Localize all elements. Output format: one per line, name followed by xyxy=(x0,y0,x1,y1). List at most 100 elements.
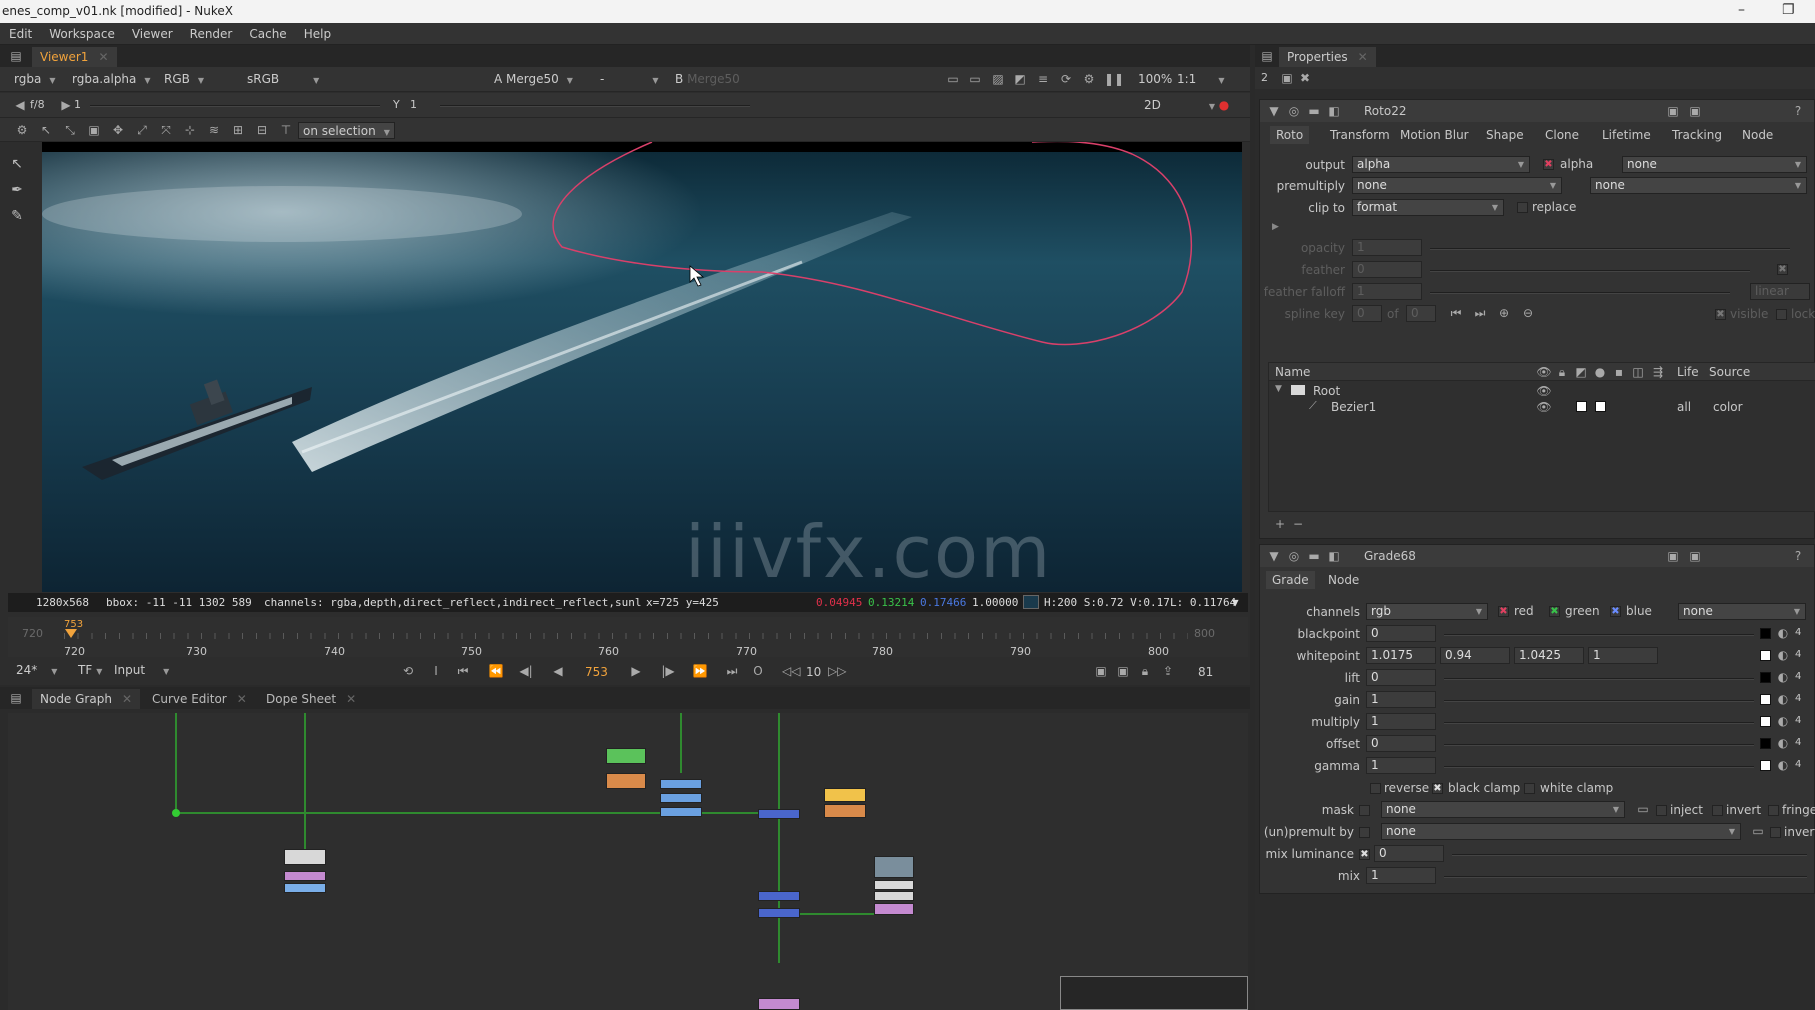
mask-link-icon[interactable]: ▭ xyxy=(1635,801,1651,817)
color-wheel-icon[interactable]: ◐ xyxy=(1775,691,1791,707)
feather-falloff-slider[interactable] xyxy=(1430,292,1730,294)
node-graph-canvas[interactable] xyxy=(8,713,1248,1010)
mix-slider[interactable] xyxy=(1444,876,1807,878)
prev-key-icon[interactable]: ⏮ xyxy=(1448,305,1464,321)
node-merge[interactable] xyxy=(758,809,800,819)
fps-dropdown[interactable]: 24* ▼ xyxy=(12,662,61,679)
menu-cache[interactable]: Cache xyxy=(240,23,294,41)
black-clamp-checkbox[interactable]: ✖ xyxy=(1432,783,1443,794)
falloff-type-dropdown[interactable]: linear xyxy=(1750,283,1810,300)
color-swatch[interactable] xyxy=(1760,672,1771,683)
menu-render[interactable]: Render xyxy=(181,23,241,41)
proxy-dropdown[interactable]: 1:1 ▼ xyxy=(1173,71,1228,88)
mix-luminance-slider[interactable] xyxy=(1452,854,1807,856)
tab-tracking[interactable]: Tracking xyxy=(1672,128,1722,142)
gain-slider[interactable] xyxy=(1444,700,1754,702)
close-icon[interactable]: ✕ xyxy=(122,692,132,706)
panel-menu-icon[interactable]: ▤ xyxy=(1259,48,1275,64)
max-panels-field[interactable]: 2 xyxy=(1261,71,1268,84)
mix-field[interactable]: 1 xyxy=(1366,867,1436,884)
node-blue[interactable] xyxy=(660,807,702,817)
play-forward-button[interactable]: ▶ xyxy=(628,663,644,679)
input-a-dropdown[interactable]: A Merge50 ▼ xyxy=(490,71,577,88)
fringe-checkbox[interactable] xyxy=(1768,805,1779,816)
node-green[interactable] xyxy=(606,748,646,764)
record-icon[interactable]: ● xyxy=(1216,97,1232,113)
tf-dropdown[interactable]: TF ▼ xyxy=(74,662,106,679)
node-purple[interactable] xyxy=(284,871,326,881)
step-back-button[interactable]: ◀| xyxy=(518,663,534,679)
tab-node-graph[interactable]: Node Graph ✕ xyxy=(32,689,141,709)
input-b-dropdown[interactable]: B Merge50 xyxy=(671,71,744,88)
pause-icon[interactable]: ❚❚ xyxy=(1104,71,1124,87)
node-white[interactable] xyxy=(284,849,326,865)
redo-icon[interactable]: ▣ xyxy=(1687,548,1703,564)
maximize-button[interactable]: ❐ xyxy=(1782,2,1795,18)
node-blue[interactable] xyxy=(660,793,702,803)
bbox-icon[interactable]: ▣ xyxy=(86,122,102,138)
minimize-button[interactable]: – xyxy=(1738,2,1745,18)
tab-node[interactable]: Node xyxy=(1328,573,1359,587)
timeline[interactable]: 720 720 730 740 750 760 770 780 790 800 … xyxy=(8,617,1248,658)
premultiply-mask-dropdown[interactable]: none ▼ xyxy=(1590,177,1807,194)
extra-channel-dropdown[interactable]: none ▼ xyxy=(1678,603,1806,620)
tab-clone[interactable]: Clone xyxy=(1545,128,1579,142)
opacity-slider[interactable] xyxy=(1430,248,1790,250)
close-icon[interactable]: ✕ xyxy=(98,50,108,64)
blue-checkbox[interactable]: ✖ xyxy=(1610,606,1621,617)
feather-field[interactable]: 0 xyxy=(1352,261,1422,278)
lines-icon[interactable]: ≡ xyxy=(1035,71,1051,87)
lock-icon[interactable]: ▣ xyxy=(1279,70,1295,86)
premultiply-dropdown[interactable]: none ▼ xyxy=(1352,177,1562,194)
help-icon[interactable]: ? xyxy=(1790,548,1806,564)
tree-row[interactable]: ▼ Root 👁︎ xyxy=(1269,383,1815,399)
clip-to-dropdown[interactable]: format ▼ xyxy=(1352,199,1504,216)
add-icon[interactable]: + xyxy=(1272,516,1288,532)
blackpoint-field[interactable]: 0 xyxy=(1366,625,1436,642)
color-swatch[interactable] xyxy=(1760,650,1771,661)
collapse-icon[interactable]: ▼ xyxy=(1266,548,1282,564)
unpremult-invert-checkbox[interactable] xyxy=(1770,827,1781,838)
out-point-button[interactable]: O xyxy=(750,663,766,679)
playhead[interactable] xyxy=(65,629,77,638)
y-field[interactable]: 1 xyxy=(410,98,417,111)
checker-icon[interactable]: ▨ xyxy=(990,71,1006,87)
red-checkbox[interactable]: ✖ xyxy=(1498,606,1509,617)
add-key-icon[interactable]: ⊕ xyxy=(1496,305,1512,321)
flipbook-icon[interactable]: ▣ xyxy=(1093,663,1109,679)
unpremult-dropdown[interactable]: none ▼ xyxy=(1381,823,1741,840)
shape-color-swatch[interactable] xyxy=(1595,401,1606,412)
zoom-dropdown[interactable]: 100% xyxy=(1134,71,1176,88)
gamma-slider[interactable] xyxy=(1444,766,1754,768)
color-wheel-icon[interactable]: ◐ xyxy=(1775,735,1791,751)
mask-checkbox[interactable] xyxy=(1359,805,1370,816)
tab-shape[interactable]: Shape xyxy=(1486,128,1524,142)
tab-properties[interactable]: Properties ✕ xyxy=(1279,47,1376,67)
loop-icon[interactable]: ⟲ xyxy=(400,663,416,679)
feather-slider[interactable] xyxy=(1430,270,1750,272)
channel-dropdown[interactable]: rgba.alpha ▼ xyxy=(68,71,155,88)
smooth-icon[interactable]: ⤧ xyxy=(158,122,174,138)
tab-node[interactable]: Node xyxy=(1742,128,1773,142)
lift-field[interactable]: 0 xyxy=(1366,669,1436,686)
compare-op-dropdown[interactable]: - ▼ xyxy=(596,71,663,88)
viewer-canvas[interactable] xyxy=(42,142,1242,592)
bezier-tool-icon[interactable]: ✒ xyxy=(6,179,28,201)
color-swatch[interactable] xyxy=(1760,628,1771,639)
output-dropdown[interactable]: alpha ▼ xyxy=(1352,156,1530,173)
gamma-field[interactable]: 1 xyxy=(1366,757,1436,774)
visible-checkbox[interactable]: ✖ xyxy=(1715,309,1726,320)
gamma-slider[interactable] xyxy=(440,105,750,107)
color-wheel-icon[interactable]: ◐ xyxy=(1775,647,1791,663)
whitepoint-g-field[interactable]: 0.94 xyxy=(1440,647,1510,664)
step-forward-button[interactable]: |▶ xyxy=(660,663,676,679)
multiply-slider[interactable] xyxy=(1444,722,1754,724)
close-icon[interactable]: ✕ xyxy=(237,692,247,706)
float-icon[interactable]: ▬ xyxy=(1306,103,1322,119)
feather-falloff-field[interactable]: 1 xyxy=(1352,283,1422,300)
frame-field[interactable]: 1 xyxy=(74,98,81,111)
node-blue[interactable] xyxy=(284,883,326,893)
node-orange[interactable] xyxy=(824,804,866,818)
tab-viewer1[interactable]: Viewer1 ✕ xyxy=(32,47,117,67)
node-color-icon[interactable]: ◧ xyxy=(1326,548,1342,564)
